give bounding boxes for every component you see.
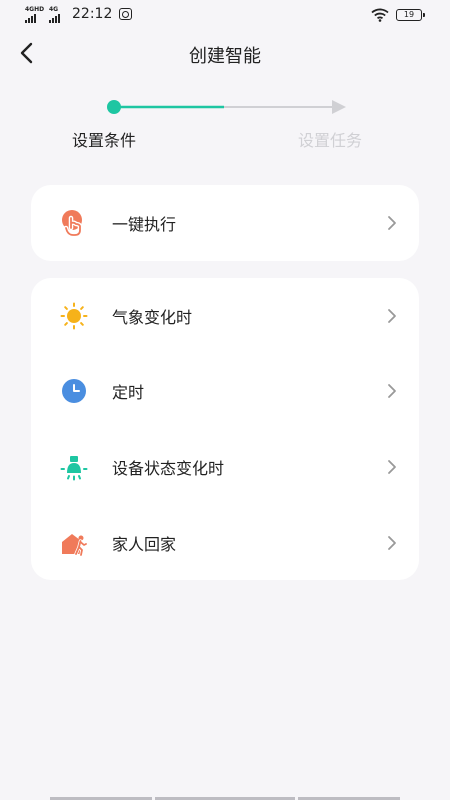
progress-current-dot [107,100,121,114]
tap-hand-icon [62,210,83,237]
condition-card: 气象变化时 定时 设备状态变化时 家人回家 [31,278,419,580]
list-item-one-tap[interactable]: 一键执行 [31,185,419,261]
list-item-timer[interactable]: 定时 [31,353,419,429]
chevron-right-icon [388,309,396,323]
battery-indicator: 19 [396,9,425,21]
sun-icon [60,302,88,330]
chevron-right-icon [388,384,396,398]
step-current-label: 设置条件 [72,131,137,150]
progress-arrow-icon [332,100,346,114]
home-person-icon [62,534,88,557]
notification-icon [119,8,132,20]
chevron-right-icon [388,216,396,230]
clock-icon [62,379,86,403]
chevron-right-icon [388,460,396,474]
list-item-device-state[interactable]: 设备状态变化时 [31,429,419,505]
list-item-label: 气象变化时 [112,308,193,327]
page-title: 创建智能 [189,46,261,67]
list-item-label: 定时 [112,383,145,402]
signal-sim2-icon: 4G [49,7,60,23]
device-bulb-icon [60,456,88,481]
list-item-weather[interactable]: 气象变化时 [31,278,419,354]
sim2-label: 4G [49,6,59,13]
status-time: 22:12 [72,6,113,22]
list-item-label: 一键执行 [112,215,177,234]
list-item-label: 设备状态变化时 [112,459,225,478]
chevron-right-icon [388,536,396,550]
battery-level: 19 [403,10,415,19]
status-bar: 4GHD 4G 22:12 19 [0,0,450,30]
quick-action-card: 一键执行 [31,185,419,261]
signal-sim1-icon: 4GHD [25,7,44,23]
step-progress-bar [107,100,346,114]
sim1-label: 4GHD [25,6,45,13]
list-item-label: 家人回家 [112,535,177,554]
wifi-icon [371,8,389,22]
step-next-label: 设置任务 [298,131,363,150]
list-item-family-home[interactable]: 家人回家 [31,505,419,581]
